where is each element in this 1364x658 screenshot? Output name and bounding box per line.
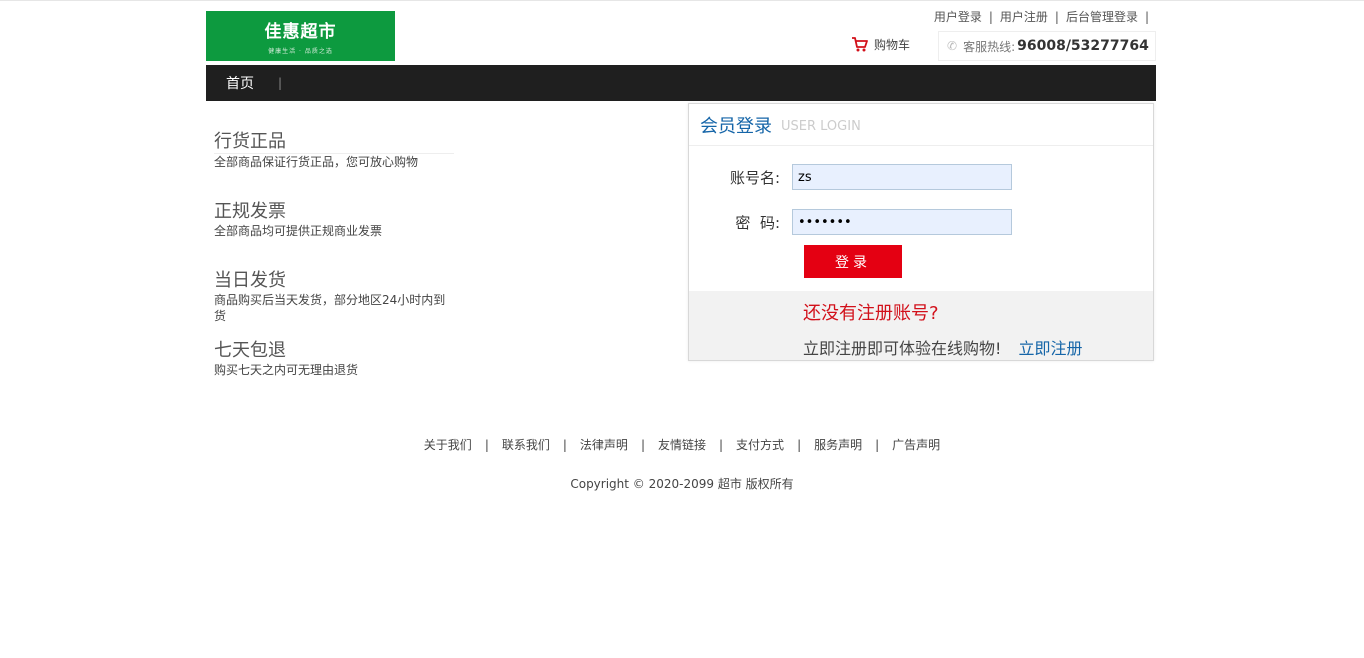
feature-item: 行货正品 全部商品保证行货正品，您可放心购物 bbox=[214, 131, 454, 201]
register-tip-text: 立即注册即可体验在线购物! bbox=[803, 339, 1002, 358]
login-title-en: USER LOGIN bbox=[781, 119, 861, 134]
register-link[interactable]: 立即注册 bbox=[1019, 339, 1083, 358]
feature-desc: 全部商品保证行货正品，您可放心购物 bbox=[214, 155, 419, 169]
footer-link-legal[interactable]: 法律声明 bbox=[580, 438, 628, 452]
separator: | bbox=[875, 438, 880, 452]
phone-icon: ✆ bbox=[947, 39, 958, 53]
cart-link[interactable]: 购物车 bbox=[851, 36, 910, 53]
hotline-number: 96008/53277764 bbox=[1017, 38, 1149, 54]
user-login-link[interactable]: 用户登录 bbox=[934, 8, 982, 25]
feature-title: 行货正品 bbox=[214, 131, 454, 154]
username-label: 账号名: bbox=[729, 168, 780, 187]
separator: | bbox=[797, 438, 802, 452]
user-register-link[interactable]: 用户注册 bbox=[1000, 8, 1048, 25]
feature-desc: 商品购买后当天发货，部分地区24小时内到货 bbox=[214, 293, 446, 323]
cart-icon bbox=[852, 37, 868, 52]
separator: | bbox=[719, 438, 724, 452]
separator: | bbox=[1144, 9, 1149, 24]
feature-desc: 全部商品均可提供正规商业发票 bbox=[214, 223, 383, 238]
feature-item: 当日发货 商品购买后当天发货，部分地区24小时内到货 bbox=[214, 270, 454, 340]
feature-desc: 购买七天之内可无理由退货 bbox=[214, 362, 359, 377]
footer-link-ads[interactable]: 广告声明 bbox=[892, 438, 940, 452]
footer-links: 关于我们 | 联系我们 | 法律声明 | 友情链接 | 支付方式 | 服务声明 | 广告声明 bbox=[0, 436, 1364, 453]
main-nav: 首页 | bbox=[206, 65, 1156, 101]
login-header: 会员登录 USER LOGIN bbox=[689, 104, 1153, 146]
register-tip: 立即注册即可体验在线购物! 立即注册 bbox=[803, 335, 1083, 359]
hotline-label: 客服热线: bbox=[963, 39, 1016, 54]
feature-title: 七天包退 bbox=[214, 339, 286, 361]
separator: | bbox=[278, 76, 283, 90]
login-title: 会员登录 bbox=[700, 115, 772, 137]
footer-link-service[interactable]: 服务声明 bbox=[814, 438, 862, 452]
separator: | bbox=[484, 438, 489, 452]
separator: | bbox=[640, 438, 645, 452]
username-input[interactable] bbox=[792, 164, 1012, 190]
footer-link-payment[interactable]: 支付方式 bbox=[736, 438, 784, 452]
username-row: 账号名: bbox=[689, 164, 1012, 190]
separator: | bbox=[562, 438, 567, 452]
footer-link-contact[interactable]: 联系我们 bbox=[502, 438, 550, 452]
password-row: 密 码: bbox=[689, 209, 1012, 235]
no-account-text: 还没有注册账号? bbox=[803, 303, 939, 324]
feature-title: 当日发货 bbox=[214, 270, 286, 291]
cart-label: 购物车 bbox=[874, 38, 911, 52]
register-section: 还没有注册账号? 立即注册即可体验在线购物! 立即注册 bbox=[689, 291, 1153, 360]
footer-link-friends[interactable]: 友情链接 bbox=[658, 438, 706, 452]
top-border bbox=[0, 0, 1364, 1]
hotline-box: ✆ 客服热线: 96008/53277764 bbox=[938, 31, 1156, 61]
nav-item-home[interactable]: 首页 bbox=[226, 73, 254, 93]
separator: | bbox=[1054, 9, 1059, 24]
separator: | bbox=[988, 9, 993, 24]
copyright: Copyright © 2020-2099 超市 版权所有 bbox=[570, 477, 794, 491]
feature-item: 正规发票 全部商品均可提供正规商业发票 bbox=[214, 201, 454, 271]
feature-list: 行货正品 全部商品保证行货正品，您可放心购物 正规发票 全部商品均可提供正规商业… bbox=[214, 131, 454, 409]
logo[interactable]: 佳惠超市 健康生活 · 品质之选 bbox=[206, 11, 395, 61]
feature-title: 正规发票 bbox=[214, 200, 286, 222]
password-input[interactable] bbox=[792, 209, 1012, 235]
top-links: 用户登录 | 用户注册 | 后台管理登录 | bbox=[934, 8, 1156, 25]
login-panel: 会员登录 USER LOGIN 账号名: 密 码: 登录 还没有注册账号? 立即… bbox=[688, 103, 1154, 361]
footer-link-about[interactable]: 关于我们 bbox=[424, 438, 472, 452]
logo-tagline: 健康生活 · 品质之选 bbox=[268, 48, 333, 55]
admin-login-link[interactable]: 后台管理登录 bbox=[1066, 8, 1138, 25]
password-label: 密 码: bbox=[735, 213, 780, 232]
feature-item: 七天包退 购买七天之内可无理由退货 bbox=[214, 340, 454, 410]
login-button[interactable]: 登录 bbox=[804, 245, 902, 278]
logo-text: 佳惠超市 bbox=[264, 22, 337, 42]
